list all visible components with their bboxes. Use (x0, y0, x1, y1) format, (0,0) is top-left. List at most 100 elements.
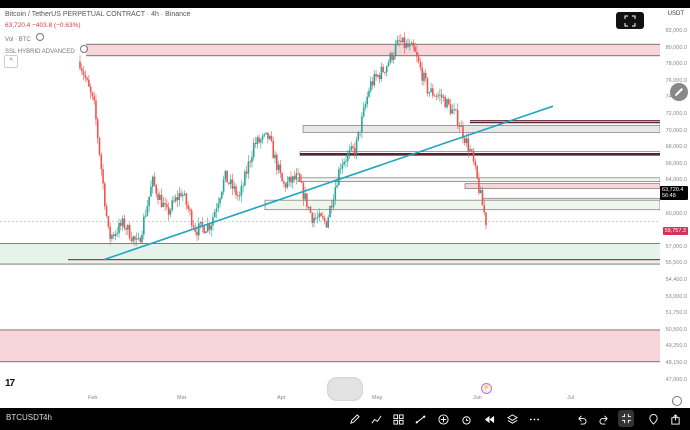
time-axis-label: Feb (88, 395, 98, 401)
price-tick-label: 48,150.0 (665, 360, 687, 366)
layouts-button[interactable] (391, 412, 405, 426)
candle-body (451, 109, 454, 114)
candle-body (478, 178, 480, 193)
candle-body (213, 211, 216, 218)
candle-body (134, 236, 136, 240)
candle-body (414, 46, 416, 52)
price-tick-label: 70,000.0 (665, 127, 687, 134)
fullscreen-button[interactable] (616, 12, 644, 29)
price-tick-label: 78,000.0 (665, 61, 687, 68)
candle-body (224, 170, 227, 180)
candle-body (249, 161, 252, 163)
undo-button[interactable] (574, 412, 588, 426)
candle-body (474, 161, 477, 166)
price-tick-label: 66,000.0 (665, 160, 687, 167)
scroll-handle[interactable] (327, 377, 363, 401)
candle-body (176, 197, 179, 201)
candle-body (373, 74, 376, 86)
candle-body (330, 206, 333, 208)
replay-button[interactable] (482, 412, 496, 426)
candle-body (235, 186, 237, 196)
candle-body (440, 94, 443, 98)
candle-body (245, 171, 248, 174)
time-axis-label: Jun (473, 395, 482, 401)
volume-legend[interactable]: Vol · BTC (5, 33, 45, 43)
redo-button[interactable] (597, 412, 611, 426)
candle-body (119, 222, 122, 226)
candle-body (295, 173, 298, 180)
candle-body (265, 132, 267, 134)
candle-body (236, 195, 239, 196)
candle-body (350, 146, 353, 151)
chart-canvas[interactable] (0, 8, 690, 408)
candle-body (219, 198, 221, 204)
candle-body (105, 206, 108, 217)
candle-body (247, 161, 250, 174)
price-tick-label: 60,000.0 (665, 210, 687, 217)
lock-drawings-button[interactable] (646, 412, 660, 426)
visibility-eye-icon[interactable] (36, 33, 45, 41)
candle-body (141, 234, 143, 243)
candle-body (394, 44, 397, 56)
symbol-title[interactable]: Bitcoin / TetherUS PERPETUAL CONTRACT · … (5, 11, 190, 18)
indicators-button[interactable] (369, 412, 383, 426)
candle-body (128, 224, 131, 239)
add-button[interactable] (436, 412, 450, 426)
candle-body (270, 135, 273, 142)
candle-body (182, 194, 184, 197)
chart-area[interactable]: Bitcoin / TetherUS PERPETUAL CONTRACT · … (0, 8, 690, 408)
candle-body (300, 181, 303, 183)
redo-icon (599, 415, 608, 425)
indicator-legend[interactable]: SSL HYBRID ADVANCED (5, 45, 89, 55)
candle-body (96, 119, 99, 139)
more-button[interactable] (527, 412, 541, 426)
candle-body (479, 190, 482, 193)
candle-body (322, 216, 324, 218)
candle-body (84, 75, 87, 78)
candle-body (293, 176, 296, 180)
candle-body (166, 204, 168, 208)
price-tick-label: 54,400.0 (665, 277, 687, 283)
candle-body (164, 203, 166, 205)
candle-body (366, 96, 369, 105)
candle-body (401, 37, 404, 43)
candle-body (231, 179, 234, 189)
level-box-3 (464, 183, 661, 189)
symbol-search-button[interactable]: BTCUSDT (6, 413, 44, 422)
tradingview-logo[interactable]: 17 (5, 378, 15, 389)
share-icon (670, 413, 680, 425)
collapse-legend-button[interactable]: ^ (4, 55, 18, 68)
candle-body (109, 226, 111, 239)
share-button[interactable] (668, 412, 682, 426)
candle-body (447, 99, 450, 105)
candle-body (396, 40, 399, 45)
drawing-tool-button[interactable] (670, 83, 688, 101)
candle-body (389, 53, 392, 63)
event-flag-icon[interactable]: ⚡ (481, 383, 492, 394)
hidden-eye-icon[interactable] (80, 45, 89, 53)
go-to-realtime-icon[interactable] (672, 396, 682, 406)
candle-body (424, 72, 427, 79)
price-tick-label: 53,000.0 (665, 293, 687, 300)
candle-body (89, 86, 92, 93)
zone-green-2 (0, 243, 660, 265)
candle-body (334, 187, 337, 200)
candle-body (483, 205, 486, 213)
interval-button[interactable]: 4h (43, 413, 52, 422)
candle-body (291, 176, 294, 183)
candle-body (153, 176, 156, 186)
templates-button[interactable] (505, 412, 519, 426)
candle-body (288, 176, 291, 182)
candle-body (355, 139, 358, 155)
price-axis[interactable]: USDT 82,000.080,000.078,000.076,000.074,… (660, 8, 690, 408)
candle-body (180, 193, 182, 197)
candle-body (352, 146, 354, 149)
currency-label[interactable]: USDT (668, 11, 684, 17)
alert-button[interactable] (459, 412, 473, 426)
candle-body (260, 139, 262, 143)
candle-body (485, 212, 487, 226)
exit-fullscreen-button[interactable] (618, 410, 634, 427)
price-tick-label: 50,500.0 (665, 326, 687, 333)
trend-tool-button[interactable] (413, 412, 427, 426)
draw-pen-button[interactable] (347, 412, 361, 426)
